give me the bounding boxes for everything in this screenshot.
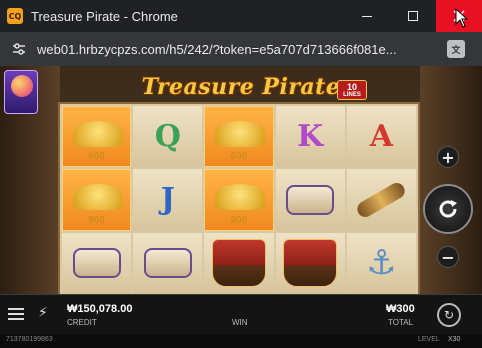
level-label: LEVEL [418, 336, 440, 343]
url-field[interactable]: web01.hrbzycpzs.com/h5/242/?token=e5a707… [37, 42, 437, 57]
treasure-map-icon [143, 248, 192, 279]
gold-pile-icon [73, 184, 123, 211]
minus-icon: − [441, 247, 455, 267]
reel-cell: ⚓ [346, 232, 416, 294]
spyglass-icon [354, 180, 408, 220]
reel-cell: 900 [62, 169, 132, 231]
gold-pile-icon [215, 121, 266, 147]
maximize-icon [408, 11, 418, 21]
translate-icon[interactable]: 文 [447, 40, 465, 58]
spin-icon [439, 200, 457, 218]
lines-number: 10 [346, 82, 357, 92]
reel-cell: A [346, 106, 416, 168]
reel-cell: K [275, 106, 345, 168]
coin-value: 900 [230, 214, 248, 226]
symbol-a: A [369, 119, 394, 155]
anchor-icon: ⚓ [366, 243, 397, 284]
pirate-ship-icon [283, 239, 338, 288]
reel-cell [62, 232, 132, 294]
lines-badge: 10 LINES [337, 80, 367, 100]
treasure-map-icon [286, 184, 335, 215]
reel-cell [133, 232, 203, 294]
maximize-button[interactable] [390, 0, 436, 32]
round-id: 713780199863 [6, 336, 53, 343]
reel-cell [275, 232, 345, 294]
coin-value: 900 [88, 214, 105, 226]
menu-line [8, 308, 24, 310]
reel-cell [346, 169, 416, 231]
menu-button[interactable] [8, 306, 24, 322]
window-title: Treasure Pirate - Chrome [31, 8, 178, 24]
reel-cell: Q [133, 106, 203, 168]
game-logo-text: Treasure Pirate [141, 74, 341, 100]
reel-cell: 900 [204, 169, 274, 231]
bottom-bar: ⚡ ₩150,078.00 CREDIT WIN ₩300 TOTAL ↻ [0, 294, 482, 334]
win-label: WIN [232, 318, 248, 327]
reel-cell: J [133, 169, 203, 231]
reel-cell [275, 169, 345, 231]
credit-label: CREDIT [67, 318, 97, 327]
autospin-button[interactable]: ↻ [437, 303, 461, 327]
treasure-map-icon [72, 248, 121, 279]
menu-line [8, 313, 24, 315]
game-footer: 713780199863 LEVEL X30 [0, 334, 482, 348]
tune-icon [13, 43, 25, 55]
level-value: X30 [448, 336, 461, 343]
reel-cell: 600 [204, 106, 274, 168]
credit-value: ₩150,078.00 [67, 303, 133, 315]
reel-grid: 600 Q 600 K A 900 J 900 ⚓ [58, 102, 420, 298]
gold-pile-icon [215, 184, 266, 211]
minimize-button[interactable] [344, 0, 390, 32]
promo-ball-icon [11, 75, 33, 97]
bet-increase-button[interactable]: + [437, 146, 459, 168]
pirate-ship-icon [211, 239, 266, 288]
plus-icon: + [441, 147, 455, 167]
symbol-k: K [297, 119, 324, 155]
reel-cell: 600 [62, 106, 132, 168]
bet-value: ₩300 [386, 303, 415, 315]
spin-button[interactable] [423, 184, 473, 234]
minimize-icon [362, 15, 372, 17]
symbol-j: J [160, 182, 175, 218]
title-bar[interactable]: CQ Treasure Pirate - Chrome [0, 0, 482, 32]
game-canvas[interactable]: Treasure Pirate 10 LINES 600 Q 600 K A 900 J 90… [0, 66, 482, 348]
bet-decrease-button[interactable]: − [437, 246, 459, 268]
game-logo: Treasure Pirate [141, 70, 341, 104]
browser-window: CQ Treasure Pirate - Chrome web01.hrbzyc… [0, 0, 482, 348]
promo-banner[interactable] [4, 70, 38, 114]
site-info-button[interactable] [9, 39, 29, 59]
menu-line [8, 318, 24, 320]
address-bar: web01.hrbzycpzs.com/h5/242/?token=e5a707… [0, 32, 482, 66]
gold-pile-icon [73, 121, 123, 147]
reel-cell [204, 232, 274, 294]
coin-value: 600 [88, 151, 105, 163]
turbo-button[interactable]: ⚡ [38, 305, 48, 321]
symbol-q: Q [154, 119, 181, 155]
lines-label: LINES [343, 92, 361, 98]
mouse-cursor-icon [455, 8, 469, 28]
coin-value: 600 [230, 151, 248, 163]
app-icon: CQ [7, 8, 23, 24]
total-label: TOTAL [388, 318, 414, 327]
